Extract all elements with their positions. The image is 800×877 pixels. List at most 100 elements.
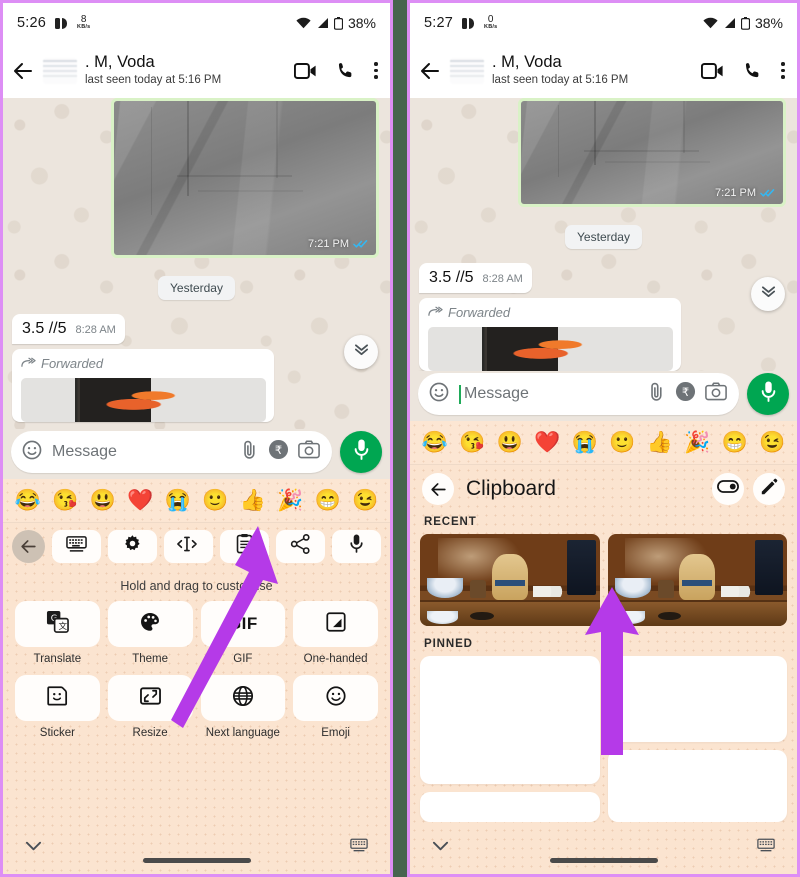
voice-record-button[interactable] [340, 431, 382, 473]
emoji-item[interactable]: 😃 [90, 490, 116, 511]
scroll-to-bottom-button[interactable] [751, 277, 785, 311]
emoji-face-icon[interactable] [21, 439, 43, 466]
video-call-icon[interactable] [701, 59, 724, 82]
tool-tile[interactable]: GIF [200, 601, 286, 647]
search-input[interactable]: Message [459, 384, 638, 404]
rupee-payment-icon[interactable]: ₹ [675, 381, 696, 407]
message-placeholder: Message [52, 443, 117, 460]
back-arrow-icon[interactable] [418, 59, 442, 83]
home-gesture-bar[interactable] [142, 858, 251, 863]
tool-translate[interactable]: G文 Translate [15, 601, 100, 665]
emoji-item[interactable]: 😘 [459, 432, 485, 453]
search-input[interactable]: Message [52, 443, 231, 461]
incoming-text-bubble[interactable]: 3.5 //5 8:28 AM [12, 314, 125, 344]
emoji-item[interactable]: 😁 [722, 432, 748, 453]
emoji-face-icon[interactable] [428, 381, 450, 408]
phone-call-icon[interactable] [334, 59, 357, 82]
chevron-down-icon[interactable] [432, 839, 449, 857]
incoming-text-bubble[interactable]: 3.5 //5 8:28 AM [419, 263, 532, 293]
emoji-item[interactable]: 🎉 [684, 432, 710, 453]
double-chevron-down-icon [760, 284, 777, 304]
tool-tile[interactable] [107, 601, 193, 647]
emoji-item[interactable]: ❤️ [534, 432, 560, 453]
emoji-item[interactable]: 😃 [497, 432, 523, 453]
recent-clip-thumbnail[interactable] [420, 534, 600, 626]
rupee-payment-icon[interactable]: ₹ [268, 439, 289, 465]
clipboard-back-button[interactable] [422, 473, 454, 505]
paperclip-icon[interactable] [240, 439, 259, 465]
tool-tile[interactable]: G文 [15, 601, 100, 647]
tool-tile[interactable] [15, 675, 100, 721]
recent-clip-thumbnail[interactable] [607, 534, 787, 626]
chat-message-list-right[interactable]: 7:21 PM Yesterday 3.5 //5 8:28 AM Forwar… [410, 98, 797, 371]
emoji-item[interactable]: 😭 [165, 490, 191, 511]
toolbar-keyboard-button[interactable] [52, 529, 101, 563]
keyboard-small-icon[interactable] [757, 838, 775, 858]
chevron-down-icon[interactable] [25, 839, 42, 857]
forwarded-media-bubble[interactable]: Forwarded [419, 298, 681, 371]
tool-theme[interactable]: Theme [107, 601, 193, 665]
avatar[interactable] [43, 57, 77, 84]
emoji-item[interactable]: ❤️ [127, 490, 153, 511]
toolbar-back-button[interactable] [12, 529, 45, 563]
tool-tile[interactable] [293, 675, 378, 721]
message-input-pill[interactable]: Message ₹ [11, 431, 332, 473]
emoji-item[interactable]: 😂 [422, 432, 448, 453]
tool-tile[interactable] [200, 675, 286, 721]
pinned-clip-card[interactable] [420, 792, 600, 822]
emoji-item[interactable]: 😉 [759, 432, 785, 453]
video-call-icon[interactable] [294, 59, 317, 82]
emoji-item[interactable]: 😂 [15, 490, 41, 511]
camera-icon[interactable] [298, 440, 320, 464]
tool-resize[interactable]: Resize [107, 675, 193, 739]
back-arrow-icon[interactable] [11, 59, 35, 83]
tool-tile[interactable] [107, 675, 193, 721]
chat-message-list-left[interactable]: 7:21 PM Yesterday 3.5 //5 8:28 AM Forwar… [3, 98, 390, 429]
voice-record-button[interactable] [747, 373, 789, 415]
message-input-pill[interactable]: Message ₹ [418, 373, 739, 415]
clipboard-edit-button[interactable] [753, 473, 785, 505]
contact-info[interactable]: . M, Voda last seen today at 5:16 PM [492, 53, 693, 88]
svg-text:₹: ₹ [275, 443, 282, 457]
tool-tile[interactable] [293, 601, 378, 647]
tool-next-language[interactable]: Next language [200, 675, 286, 739]
home-gesture-bar[interactable] [549, 858, 658, 863]
tool-one-handed[interactable]: One-handed [293, 601, 378, 665]
signal-icon [316, 17, 329, 29]
pinned-clip-card[interactable] [420, 656, 600, 784]
forwarded-image-thumbnail[interactable] [21, 378, 266, 422]
toolbar-clipboard-button[interactable] [220, 529, 269, 563]
toolbar-text-cursor-button[interactable] [164, 529, 213, 563]
toolbar-share-button[interactable] [276, 529, 325, 563]
emoji-item[interactable]: 👍 [647, 432, 673, 453]
emoji-item[interactable]: 😁 [315, 490, 341, 511]
emoji-item[interactable]: 🎉 [277, 490, 303, 511]
forwarded-image-thumbnail[interactable] [428, 327, 673, 371]
emoji-item[interactable]: 👍 [240, 490, 266, 511]
pinned-clip-card[interactable] [607, 656, 787, 742]
outgoing-photo-message[interactable]: 7:21 PM [518, 98, 786, 207]
paperclip-icon[interactable] [647, 381, 666, 407]
emoji-item[interactable]: 🙂 [609, 432, 635, 453]
toolbar-voice-button[interactable] [332, 529, 381, 563]
tool-gif[interactable]: GIF GIF [200, 601, 286, 665]
outgoing-photo-message[interactable]: 7:21 PM [111, 98, 379, 258]
camera-icon[interactable] [705, 382, 727, 406]
emoji-item[interactable]: 🙂 [202, 490, 228, 511]
scroll-to-bottom-button[interactable] [344, 335, 378, 369]
tool-sticker[interactable]: Sticker [15, 675, 100, 739]
phone-call-icon[interactable] [741, 59, 764, 82]
avatar[interactable] [450, 57, 484, 84]
contact-info[interactable]: . M, Voda last seen today at 5:16 PM [85, 53, 286, 88]
keyboard-small-icon[interactable] [350, 838, 368, 858]
emoji-item[interactable]: 😭 [572, 432, 598, 453]
clipboard-toggle-button[interactable] [712, 473, 744, 505]
toolbar-settings-button[interactable] [108, 529, 157, 563]
forwarded-media-bubble[interactable]: Forwarded [12, 349, 274, 422]
tool-emoji[interactable]: Emoji [293, 675, 378, 739]
kebab-menu-icon[interactable] [781, 61, 785, 80]
emoji-item[interactable]: 😘 [52, 490, 78, 511]
emoji-item[interactable]: 😉 [352, 490, 378, 511]
pinned-clip-card[interactable] [607, 750, 787, 822]
kebab-menu-icon[interactable] [374, 61, 378, 80]
